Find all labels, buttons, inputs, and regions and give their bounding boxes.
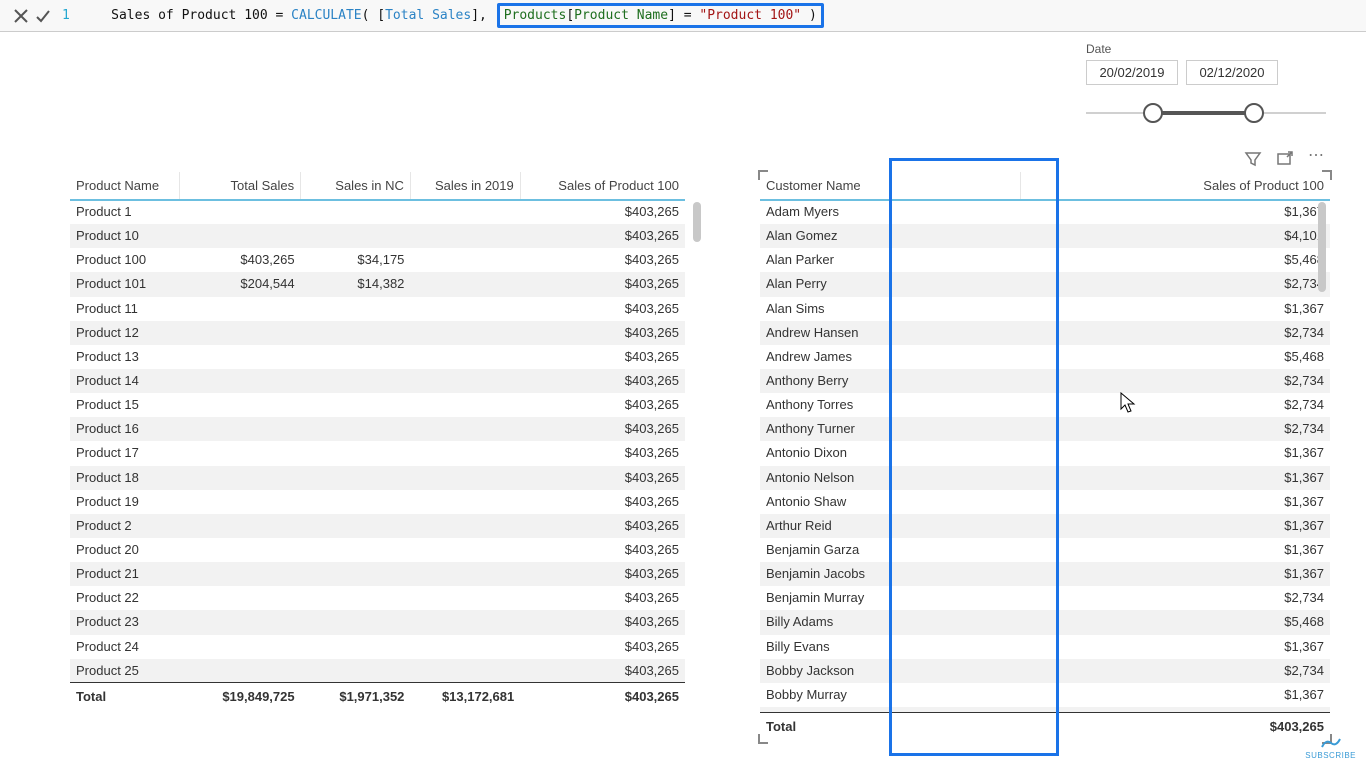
subscribe-badge: SUBSCRIBE [1305, 737, 1356, 760]
column-header[interactable]: Sales in 2019 [410, 172, 520, 200]
scrollbar-thumb[interactable] [693, 202, 701, 242]
table-row[interactable]: Billy Evans$1,367 [760, 635, 1330, 659]
table-row[interactable]: Alan Gomez$4,101 [760, 224, 1330, 248]
table-row[interactable]: Product 100$403,265$34,175$403,265 [70, 248, 685, 272]
table-row[interactable]: Adam Myers$1,367 [760, 200, 1330, 224]
table-row[interactable]: Product 101$204,544$14,382$403,265 [70, 272, 685, 296]
table-header-row: Product NameTotal SalesSales in NCSales … [70, 172, 685, 200]
table-row[interactable]: Antonio Dixon$1,367 [760, 441, 1330, 465]
table-row[interactable]: Billy Adams$5,468 [760, 610, 1330, 634]
table-row[interactable]: Anthony Turner$2,734 [760, 417, 1330, 441]
customers-table-visual[interactable]: Customer NameSales of Product 100 Adam M… [760, 172, 1330, 742]
column-header[interactable]: Customer Name [760, 172, 1020, 200]
commit-icon[interactable] [32, 5, 54, 27]
slicer-title: Date [1086, 42, 1326, 56]
table-row[interactable]: Product 21$403,265 [70, 562, 685, 586]
table-row[interactable]: Alan Sims$1,367 [760, 297, 1330, 321]
table-row[interactable]: Alan Parker$5,468 [760, 248, 1330, 272]
column-header[interactable]: Sales of Product 100 [520, 172, 685, 200]
table-row[interactable]: Product 13$403,265 [70, 345, 685, 369]
products-table-visual[interactable]: Product NameTotal SalesSales in NCSales … [70, 172, 685, 712]
focus-mode-icon[interactable] [1276, 150, 1294, 171]
table-row[interactable]: Product 19$403,265 [70, 490, 685, 514]
table-row[interactable]: Product 18$403,265 [70, 466, 685, 490]
vertical-scrollbar[interactable] [1316, 202, 1328, 712]
column-header[interactable]: Total Sales [180, 172, 301, 200]
formula-bar: 1 Sales of Product 100 = CALCULATE( [Tot… [0, 0, 1366, 32]
table-row[interactable]: Product 16$403,265 [70, 417, 685, 441]
totals-row: Total$19,849,725$1,971,352$13,172,681$40… [70, 683, 685, 710]
table-row[interactable]: Anthony Torres$2,734 [760, 393, 1330, 417]
table-row[interactable]: Antonio Nelson$1,367 [760, 466, 1330, 490]
date-slicer[interactable]: Date 20/02/2019 02/12/2020 [1086, 42, 1326, 123]
cancel-icon[interactable] [10, 5, 32, 27]
visual-header-icons: ⋯ [1244, 150, 1326, 171]
more-options-icon[interactable]: ⋯ [1308, 150, 1326, 171]
measure-name: Sales of Product 100 [111, 8, 268, 23]
table-row[interactable]: Product 11$403,265 [70, 297, 685, 321]
slider-handle-left[interactable] [1143, 103, 1163, 123]
table-row[interactable]: Andrew James$5,468 [760, 345, 1330, 369]
formula-line-number: 1 [62, 8, 80, 23]
table-row[interactable]: Product 20$403,265 [70, 538, 685, 562]
table-row[interactable]: Anthony Berry$2,734 [760, 369, 1330, 393]
formula-highlight-box: Products[Product Name] = "Product 100" ) [497, 3, 824, 28]
vertical-scrollbar[interactable] [691, 202, 703, 682]
table-row[interactable]: Benjamin Jacobs$1,367 [760, 562, 1330, 586]
table-row[interactable]: Andrew Hansen$2,734 [760, 321, 1330, 345]
table-row[interactable]: Bobby Jackson$2,734 [760, 659, 1330, 683]
date-to-input[interactable]: 02/12/2020 [1186, 60, 1278, 85]
table-row[interactable]: Benjamin Murray$2,734 [760, 586, 1330, 610]
table-row[interactable]: Product 25$403,265 [70, 659, 685, 682]
table-row[interactable]: Product 2$403,265 [70, 514, 685, 538]
column-header[interactable]: Product Name [70, 172, 180, 200]
totals-row: Total$403,265 [760, 713, 1330, 740]
table-row[interactable]: Product 12$403,265 [70, 321, 685, 345]
column-header[interactable]: Sales of Product 100 [1020, 172, 1330, 200]
table-row[interactable]: Arthur Reid$1,367 [760, 514, 1330, 538]
table-row[interactable]: Product 14$403,265 [70, 369, 685, 393]
table-row[interactable]: Benjamin Garza$1,367 [760, 538, 1330, 562]
date-from-input[interactable]: 20/02/2019 [1086, 60, 1178, 85]
table-row[interactable]: Antonio Shaw$1,367 [760, 490, 1330, 514]
table-row[interactable]: Product 24$403,265 [70, 635, 685, 659]
filter-icon[interactable] [1244, 150, 1262, 171]
column-header[interactable]: Sales in NC [301, 172, 411, 200]
table-row[interactable]: Product 17$403,265 [70, 441, 685, 465]
table-row[interactable]: Alan Perry$2,734 [760, 272, 1330, 296]
date-slider[interactable] [1086, 103, 1326, 123]
table-row[interactable]: Product 22$403,265 [70, 586, 685, 610]
table-row[interactable]: Product 15$403,265 [70, 393, 685, 417]
report-canvas: Date 20/02/2019 02/12/2020 ⋯ Product Nam… [0, 32, 1366, 768]
scrollbar-thumb[interactable] [1318, 202, 1326, 292]
table-row[interactable]: Bobby Murray$1,367 [760, 683, 1330, 707]
slider-handle-right[interactable] [1244, 103, 1264, 123]
table-header-row: Customer NameSales of Product 100 [760, 172, 1330, 200]
table-row[interactable]: Product 1$403,265 [70, 200, 685, 224]
table-row[interactable]: Product 10$403,265 [70, 224, 685, 248]
table-row[interactable]: Product 23$403,265 [70, 610, 685, 634]
dax-function: CALCULATE [291, 8, 361, 23]
